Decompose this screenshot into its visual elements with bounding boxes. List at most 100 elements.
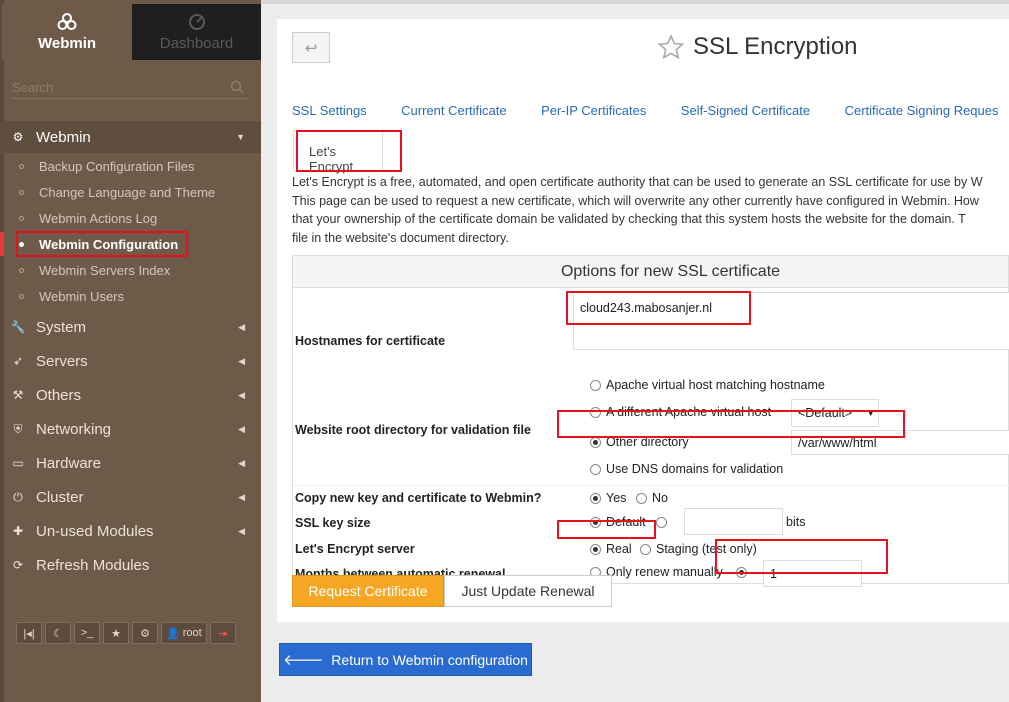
bullet-icon (19, 189, 24, 195)
sidebar-section-servers[interactable]: ➶ Servers ◀ (0, 345, 261, 377)
tab-csr[interactable]: Certificate Signing Reques (845, 103, 999, 118)
sidebar: Webmin Dashboard ⚙ Webmin ▼ Backup Confi… (0, 0, 261, 702)
update-renewal-button[interactable]: Just Update Renewal (444, 575, 612, 607)
option-label: Real (606, 542, 632, 556)
option-label: Default (606, 515, 646, 529)
hdd-icon: ▭ (12, 456, 24, 470)
sidebar-item-label: Webmin Configuration (39, 236, 179, 252)
radio-dns[interactable] (590, 463, 601, 475)
sidebar-section-others[interactable]: ⚒ Others ◀ (0, 379, 261, 411)
sidebar-item-label: Change Language and Theme (39, 184, 216, 200)
sidebar-item-actions-log[interactable]: Webmin Actions Log (0, 206, 261, 230)
content-panel: ↩ SSL Encryption SSL Settings Current Ce… (277, 19, 1009, 622)
sidebar-item-language-theme[interactable]: Change Language and Theme (0, 180, 261, 204)
radio-apache-other[interactable] (590, 406, 601, 418)
radio-copy-yes[interactable] (590, 492, 601, 504)
sidebar-section-label: Refresh Modules (36, 556, 150, 574)
refresh-icon: ⟳ (12, 558, 24, 572)
webmin-switch-label: Webmin (37, 35, 97, 52)
wrench-icon: 🔧 (10, 320, 26, 334)
arrow-left-icon: 🡐 (283, 652, 324, 669)
description: Let's Encrypt is a free, automated, and … (292, 173, 1009, 249)
caret-left-icon: ◀ (238, 491, 245, 502)
dashboard-gauge-icon (188, 14, 205, 30)
gavel-icon: ⚒ (12, 388, 24, 402)
terminal-icon[interactable]: >_ (74, 622, 100, 644)
sidebar-refresh-modules[interactable]: ⟳ Refresh Modules (0, 549, 261, 581)
tab-ssl-settings[interactable]: SSL Settings (292, 103, 367, 118)
collapse-sidebar-icon[interactable]: |◂| (16, 622, 42, 644)
description-line: that your ownership of the certificate d… (292, 212, 966, 226)
options-table: Options for new SSL certificate Hostname… (292, 255, 1009, 587)
radio-keysize-custom[interactable] (656, 517, 667, 528)
copy-yes-option[interactable]: Yes (590, 491, 626, 505)
sidebar-section-label: Un-used Modules (36, 522, 154, 540)
sidebar-section-unused-modules[interactable]: ✚ Un-used Modules ◀ (0, 515, 261, 547)
server-label: Let's Encrypt server (295, 542, 415, 556)
sidebar-section-system[interactable]: 🔧 System ◀ (0, 311, 261, 343)
main-area: ↩ SSL Encryption SSL Settings Current Ce… (261, 0, 1009, 702)
radio-copy-no[interactable] (636, 492, 647, 504)
webroot-option-apache-match[interactable]: Apache virtual host matching hostname (590, 378, 825, 392)
sidebar-item-label: Webmin Actions Log (39, 210, 158, 226)
sidebar-item-servers-index[interactable]: Webmin Servers Index (0, 258, 261, 282)
keysize-input[interactable] (684, 508, 783, 535)
user-label: root (182, 627, 202, 639)
radio-keysize-default[interactable] (590, 516, 601, 528)
sidebar-section-webmin[interactable]: ⚙ Webmin ▼ (0, 121, 261, 153)
tab-per-ip-certificates[interactable]: Per-IP Certificates (541, 103, 646, 118)
search-input[interactable] (12, 77, 222, 97)
webroot-option-other-dir[interactable]: Other directory (590, 435, 689, 449)
webmin-logo-icon (57, 13, 77, 30)
star-icon[interactable]: ★ (103, 622, 129, 644)
caret-left-icon: ◀ (238, 355, 245, 366)
favorite-star-icon[interactable] (657, 33, 685, 61)
logout-icon[interactable]: ⇥ (209, 622, 236, 644)
keysize-label: SSL key size (295, 516, 371, 530)
sidebar-item-webmin-configuration[interactable]: Webmin Configuration (0, 232, 261, 256)
copy-no-option[interactable]: No (636, 491, 668, 505)
tab-current-certificate[interactable]: Current Certificate (401, 103, 506, 118)
radio-server-real[interactable] (590, 543, 601, 555)
user-root-button[interactable]: 👤 root (161, 622, 207, 644)
radio-other-dir[interactable] (590, 436, 601, 448)
webroot-option-apache-other[interactable]: A different Apache virtual host (590, 405, 771, 419)
radio-apache-match[interactable] (590, 379, 601, 391)
sidebar-section-label: Cluster (36, 488, 84, 506)
bullet-icon (19, 215, 24, 221)
keysize-default-option[interactable]: Default (590, 515, 646, 529)
sidebar-section-cluster[interactable]: ⏻ Cluster ◀ (0, 481, 261, 513)
renew-months-input[interactable]: 1 (763, 560, 862, 587)
option-label: No (652, 491, 668, 505)
tab-self-signed-certificate[interactable]: Self-Signed Certificate (681, 103, 810, 118)
tab-lets-encrypt[interactable]: Let's Encrypt (293, 130, 383, 174)
webroot-option-dns[interactable]: Use DNS domains for validation (590, 462, 783, 476)
hostnames-textarea[interactable]: cloud243.mabosanjer.nl (573, 292, 1009, 350)
sidebar-item-label: Backup Configuration Files (39, 158, 195, 174)
moon-icon[interactable]: ☾ (45, 622, 71, 644)
other-dir-input[interactable]: /var/www/html (791, 430, 1009, 455)
hostnames-label: Hostnames for certificate (295, 334, 446, 348)
search-icon[interactable] (230, 80, 244, 94)
vhost-select-value: <Default> (798, 406, 853, 420)
sidebar-item-backup-config[interactable]: Backup Configuration Files (0, 154, 261, 178)
page-title: SSL Encryption (693, 33, 858, 60)
other-dir-value: /var/www/html (798, 435, 877, 450)
radio-renew-months[interactable] (736, 567, 747, 578)
vhost-select[interactable]: <Default> ▼ (791, 399, 879, 427)
server-real-option[interactable]: Real (590, 542, 632, 556)
gear-icon: ⚙ (12, 130, 24, 144)
back-button[interactable]: ↩ (292, 32, 330, 63)
server-staging-option[interactable]: Staging (test only) (640, 542, 757, 556)
webmin-switch[interactable]: Webmin (2, 4, 132, 60)
dashboard-switch[interactable]: Dashboard (132, 4, 261, 60)
sidebar-toolbar: |◂| ☾ >_ ★ ⚙ 👤 root ⇥ (16, 622, 236, 644)
renew-months-value: 1 (770, 566, 777, 581)
sidebar-section-hardware[interactable]: ▭ Hardware ◀ (0, 447, 261, 479)
cogs-icon[interactable]: ⚙ (132, 622, 158, 644)
return-button[interactable]: 🡐 Return to Webmin configuration (279, 643, 532, 676)
request-certificate-button[interactable]: Request Certificate (292, 575, 444, 607)
sidebar-section-networking[interactable]: ⛨ Networking ◀ (0, 413, 261, 445)
radio-server-staging[interactable] (640, 543, 651, 555)
sidebar-item-webmin-users[interactable]: Webmin Users (0, 284, 261, 308)
